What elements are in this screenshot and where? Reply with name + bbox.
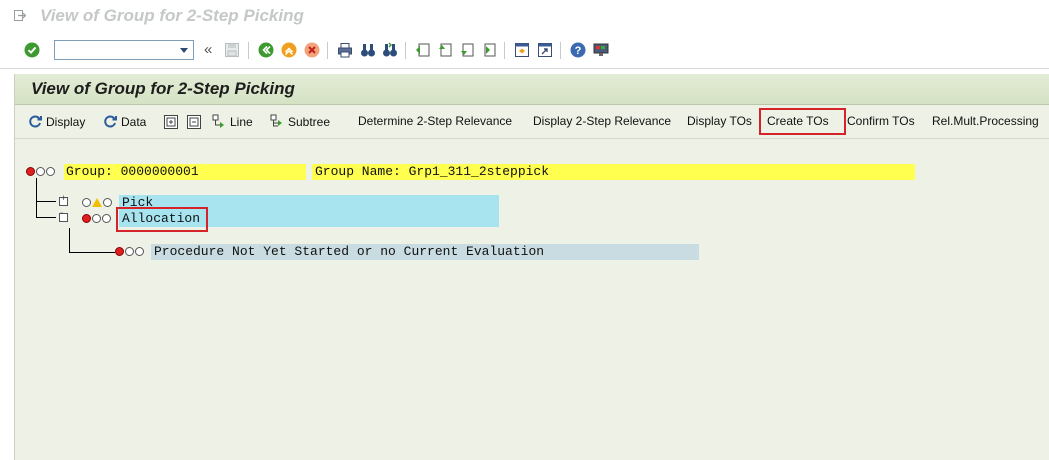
previous-page-icon[interactable] <box>437 42 453 58</box>
line-icon <box>212 114 224 128</box>
traffic-light-red-icon <box>82 214 112 223</box>
enter-icon[interactable] <box>24 42 40 58</box>
collapse-icon[interactable]: « <box>204 41 212 58</box>
back-icon[interactable] <box>258 42 274 58</box>
determine-relevance-label: Determine 2-Step Relevance <box>358 114 513 128</box>
customize-layout-icon[interactable] <box>593 42 609 58</box>
rel-mult-processing-button[interactable]: Rel.Mult.Processing <box>932 114 1039 128</box>
confirm-tos-label: Confirm TOs <box>847 114 915 128</box>
display-button[interactable]: Display <box>28 114 85 129</box>
data-button[interactable]: Data <box>103 114 146 129</box>
traffic-light-icon <box>26 167 56 176</box>
expand-icon[interactable] <box>164 115 178 129</box>
allocation-highlight <box>116 207 208 232</box>
create-tos-highlight <box>759 108 846 135</box>
line-button[interactable]: Line <box>212 114 253 129</box>
help-icon[interactable]: ? <box>570 42 586 58</box>
window-titlebar: View of Group for 2-Step Picking <box>0 0 1049 34</box>
line-label: Line <box>230 114 253 129</box>
svg-text:?: ? <box>575 45 582 57</box>
subtree-button[interactable]: Subtree <box>270 114 330 129</box>
command-input[interactable] <box>55 41 179 59</box>
rel-mult-processing-label: Rel.Mult.Processing <box>932 114 1039 128</box>
display-label: Display <box>46 114 86 129</box>
data-label: Data <box>121 114 147 129</box>
refresh-icon <box>104 115 117 128</box>
screen-title-bar: View of Group for 2-Step Picking <box>15 74 1049 105</box>
subtree-icon <box>270 114 282 127</box>
print-icon[interactable] <box>337 42 353 58</box>
display-tos-button[interactable]: Display TOs <box>687 114 752 128</box>
group-name-label: Group Name: Grp1_311_2steppick <box>315 164 550 179</box>
exit-app-icon[interactable] <box>281 42 297 58</box>
find-icon[interactable] <box>360 42 376 58</box>
application-toolbar: Display Data Line Subtree Determine 2-St… <box>15 106 1049 139</box>
confirm-tos-button[interactable]: Confirm TOs <box>847 114 915 128</box>
determine-relevance-button[interactable]: Determine 2-Step Relevance <box>358 114 512 128</box>
new-session-icon[interactable] <box>514 42 530 58</box>
screen-title: View of Group for 2-Step Picking <box>31 79 295 98</box>
collapse-icon[interactable] <box>187 115 201 129</box>
command-field[interactable] <box>54 40 194 60</box>
display-relevance-label: Display 2-Step Relevance <box>533 114 672 128</box>
status-text: Procedure Not Yet Started or no Current … <box>154 244 545 259</box>
display-relevance-button[interactable]: Display 2-Step Relevance <box>533 114 671 128</box>
shortcut-icon[interactable] <box>537 42 553 58</box>
chevron-down-icon[interactable] <box>180 48 188 53</box>
refresh-icon <box>29 115 42 128</box>
cancel-icon[interactable] <box>304 42 320 58</box>
traffic-light-red-icon <box>115 247 145 256</box>
exit-icon[interactable] <box>14 10 26 21</box>
next-page-icon[interactable] <box>459 42 475 58</box>
last-page-icon[interactable] <box>481 42 497 58</box>
traffic-light-yellow-icon <box>82 198 113 207</box>
window-title: View of Group for 2-Step Picking <box>40 6 304 25</box>
display-tos-label: Display TOs <box>687 114 752 128</box>
subtree-label: Subtree <box>288 114 331 129</box>
first-page-icon[interactable] <box>415 42 431 58</box>
standard-toolbar: « ? <box>0 34 1049 69</box>
save-icon[interactable] <box>224 42 240 58</box>
group-label: Group: 0000000001 <box>66 164 199 179</box>
main-area: View of Group for 2-Step Picking Display… <box>14 74 1049 460</box>
find-next-icon[interactable] <box>382 42 398 58</box>
